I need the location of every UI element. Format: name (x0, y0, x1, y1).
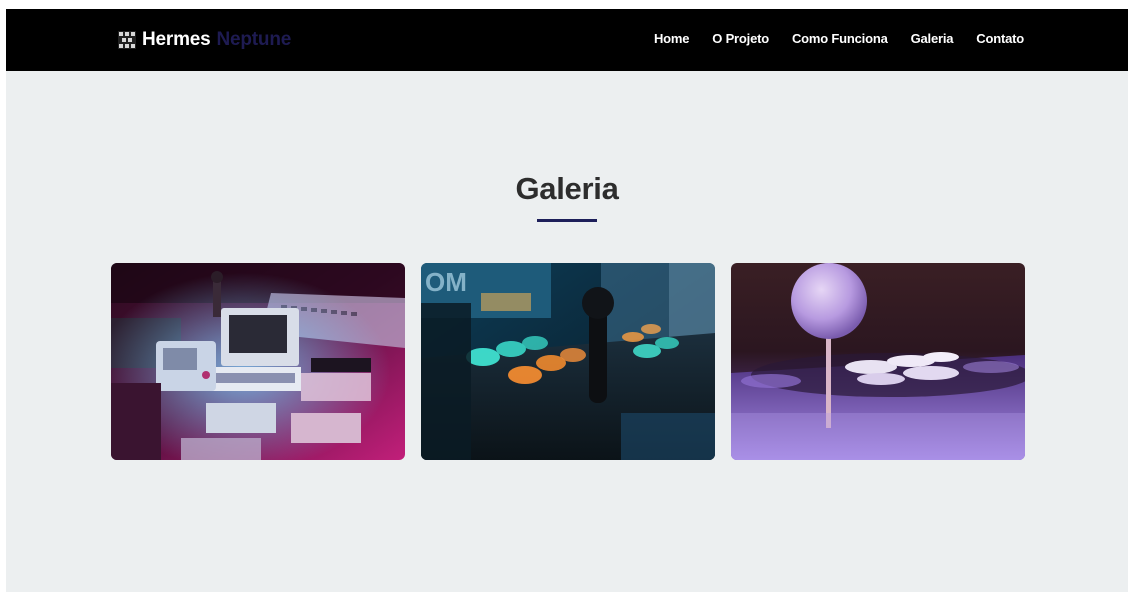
retro-consoles-photo (111, 263, 405, 460)
brand-accent: Neptune (216, 29, 292, 50)
nav-home[interactable]: Home (654, 31, 690, 46)
page: Hermes Neptune Home O Projeto Como Funci… (6, 9, 1128, 592)
brand-logo-link[interactable]: Hermes Neptune (118, 28, 291, 52)
main-nav: Home O Projeto Como Funciona Galeria Con… (654, 31, 1024, 46)
pixel-logo-icon (118, 31, 136, 49)
arcade-joystick-photo (731, 263, 1025, 460)
title-underline (537, 219, 597, 222)
gallery-image-arcade-buttons[interactable]: OM (421, 263, 715, 460)
arcade-buttons-photo: OM (421, 263, 715, 460)
brand-name: Hermes (142, 29, 211, 50)
section-title: Galeria (515, 171, 619, 206)
gallery-image-arcade-joystick[interactable] (731, 263, 1025, 460)
navbar: Hermes Neptune Home O Projeto Como Funci… (6, 9, 1128, 71)
gallery-grid: OM (111, 263, 1025, 460)
nav-galeria[interactable]: Galeria (911, 31, 954, 46)
nav-contato[interactable]: Contato (976, 31, 1024, 46)
nav-o-projeto[interactable]: O Projeto (712, 31, 769, 46)
nav-como-funciona[interactable]: Como Funciona (792, 31, 888, 46)
svg-text:OM: OM (425, 267, 467, 297)
gallery-image-retro-consoles[interactable] (111, 263, 405, 460)
